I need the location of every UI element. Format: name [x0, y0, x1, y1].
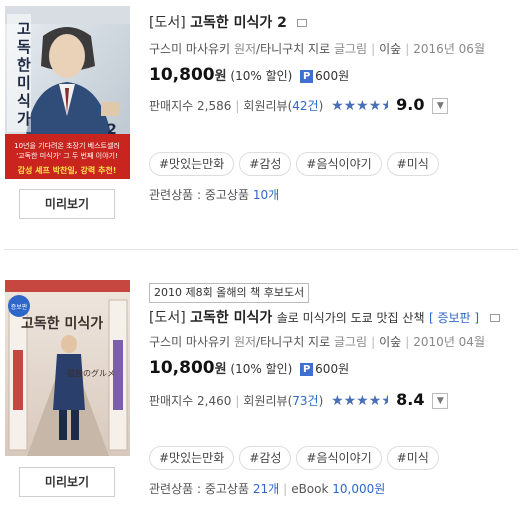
- price-unit: 원: [214, 362, 227, 377]
- ebook-label: eBook: [291, 482, 329, 496]
- item-divider: [4, 249, 518, 250]
- point-value: 600원: [315, 69, 350, 83]
- review-close: ): [318, 394, 324, 408]
- author-name[interactable]: 구스미 마사유키: [149, 335, 230, 349]
- svg-text:'고독한 미식가' 그 두 번째 이야기!: '고독한 미식가' 그 두 번째 이야기!: [16, 151, 118, 160]
- category-label: [도서]: [149, 15, 186, 31]
- rating-score: 9.0: [396, 95, 425, 114]
- publisher-name[interactable]: 이숲: [379, 42, 401, 56]
- sales-index-value: 2,586: [197, 99, 232, 113]
- svg-text:증보판: 증보판: [11, 303, 28, 311]
- product-title-2[interactable]: 고독한 미식가: [190, 310, 272, 326]
- tag-chip[interactable]: #미식: [386, 152, 439, 176]
- svg-text:고독한 미식가: 고독한 미식가: [21, 316, 103, 332]
- publisher-name[interactable]: 이숲: [379, 335, 401, 349]
- award-badge: 2010 제8회 올해의 책 후보도서: [149, 283, 310, 303]
- svg-text:식: 식: [17, 92, 31, 110]
- review-label: 회원리뷰(: [243, 99, 293, 113]
- price-value: 10,800: [149, 358, 215, 378]
- review-count-link[interactable]: 42건: [292, 99, 318, 113]
- point-icon: P: [300, 70, 314, 83]
- price-unit: 원: [214, 69, 227, 84]
- discount-label: (10% 할인): [230, 362, 293, 376]
- review-label: 회원리뷰(: [243, 394, 293, 408]
- illustrator-role: 글그림: [333, 335, 368, 349]
- book-cover-1[interactable]: 고 독 한 미 식 가 2 10년을 기다려온 초장기 베스트셀러 '고독한 미…: [5, 6, 130, 179]
- product-title-1[interactable]: 고독한 미식가 2: [190, 15, 287, 31]
- svg-text:고: 고: [17, 20, 31, 38]
- tag-list-1: #맛있는만화 #감성 #음식이야기 #미식: [149, 152, 444, 176]
- tag-chip[interactable]: #감성: [239, 152, 292, 176]
- sales-index-label: 판매지수: [149, 394, 194, 408]
- svg-text:미: 미: [17, 74, 31, 92]
- author-role: 원저: [233, 335, 257, 349]
- used-count-link[interactable]: 10개: [253, 188, 279, 202]
- tag-chip[interactable]: #맛있는만화: [149, 152, 235, 176]
- price-value: 10,800: [149, 65, 215, 85]
- cover-art-1: 고 독 한 미 식 가 2 10년을 기다려온 초장기 베스트셀러 '고독한 미…: [5, 6, 130, 179]
- rating-stars-icon: ★★★★★: [331, 98, 389, 114]
- point-value: 600원: [315, 362, 350, 376]
- tag-chip[interactable]: #맛있는만화: [149, 446, 235, 470]
- author-role: 원저: [233, 42, 257, 56]
- ebook-price-link[interactable]: 10,000원: [332, 482, 385, 496]
- category-label: [도서]: [149, 310, 186, 326]
- preview-button-1[interactable]: 미리보기: [19, 189, 115, 219]
- chevron-down-icon[interactable]: ▼: [432, 393, 449, 409]
- svg-text:가: 가: [17, 110, 31, 128]
- related-label: 관련상품 : 중고상품: [149, 482, 249, 496]
- preview-button-2[interactable]: 미리보기: [19, 467, 115, 497]
- related-label: 관련상품 : 중고상품: [149, 188, 249, 202]
- svg-text:10년을 기다려온 초장기 베스트셀러: 10년을 기다려온 초장기 베스트셀러: [14, 141, 120, 150]
- svg-text:孤独のグルメ: 孤独のグルメ: [67, 368, 115, 378]
- product-subtitle: 솔로 미식가의 도쿄 맛집 산책: [276, 311, 425, 325]
- illustrator-name[interactable]: 타니구치 지로: [260, 335, 330, 349]
- author-name[interactable]: 구스미 마사유키: [149, 42, 230, 56]
- edition-label: [ 증보판 ]: [428, 311, 480, 325]
- chevron-down-icon[interactable]: ▼: [432, 98, 449, 114]
- publish-date: 2016년 06월: [413, 42, 485, 56]
- tag-list-2: #맛있는만화 #감성 #음식이야기 #미식: [149, 446, 444, 470]
- review-count-link[interactable]: 73건: [292, 394, 318, 408]
- tag-chip[interactable]: #음식이야기: [296, 152, 382, 176]
- point-icon: P: [300, 363, 314, 376]
- svg-text:한: 한: [17, 56, 31, 74]
- sales-index-value: 2,460: [197, 394, 232, 408]
- illustrator-name[interactable]: 타니구치 지로: [260, 42, 330, 56]
- cover-art-2: 고독한 미식가 孤独のグルメ 증보판: [5, 280, 130, 456]
- used-count-link[interactable]: 21개: [253, 482, 279, 496]
- review-close: ): [318, 99, 324, 113]
- new-window-icon[interactable]: [297, 19, 308, 27]
- tag-chip[interactable]: #미식: [386, 446, 439, 470]
- svg-text:감성 셰프 박찬일, 강력 추천!: 감성 셰프 박찬일, 강력 추천!: [18, 165, 117, 175]
- tag-chip[interactable]: #음식이야기: [296, 446, 382, 470]
- new-window-icon[interactable]: [489, 314, 500, 322]
- illustrator-role: 글그림: [333, 42, 368, 56]
- book-cover-2[interactable]: 고독한 미식가 孤独のグルメ 증보판: [5, 280, 130, 456]
- tag-chip[interactable]: #감성: [239, 446, 292, 470]
- svg-text:독: 독: [17, 38, 31, 56]
- sales-index-label: 판매지수: [149, 99, 194, 113]
- publish-date: 2010년 04월: [413, 335, 485, 349]
- rating-score: 8.4: [396, 390, 425, 409]
- discount-label: (10% 할인): [230, 69, 293, 83]
- rating-stars-icon: ★★★★★: [331, 393, 389, 409]
